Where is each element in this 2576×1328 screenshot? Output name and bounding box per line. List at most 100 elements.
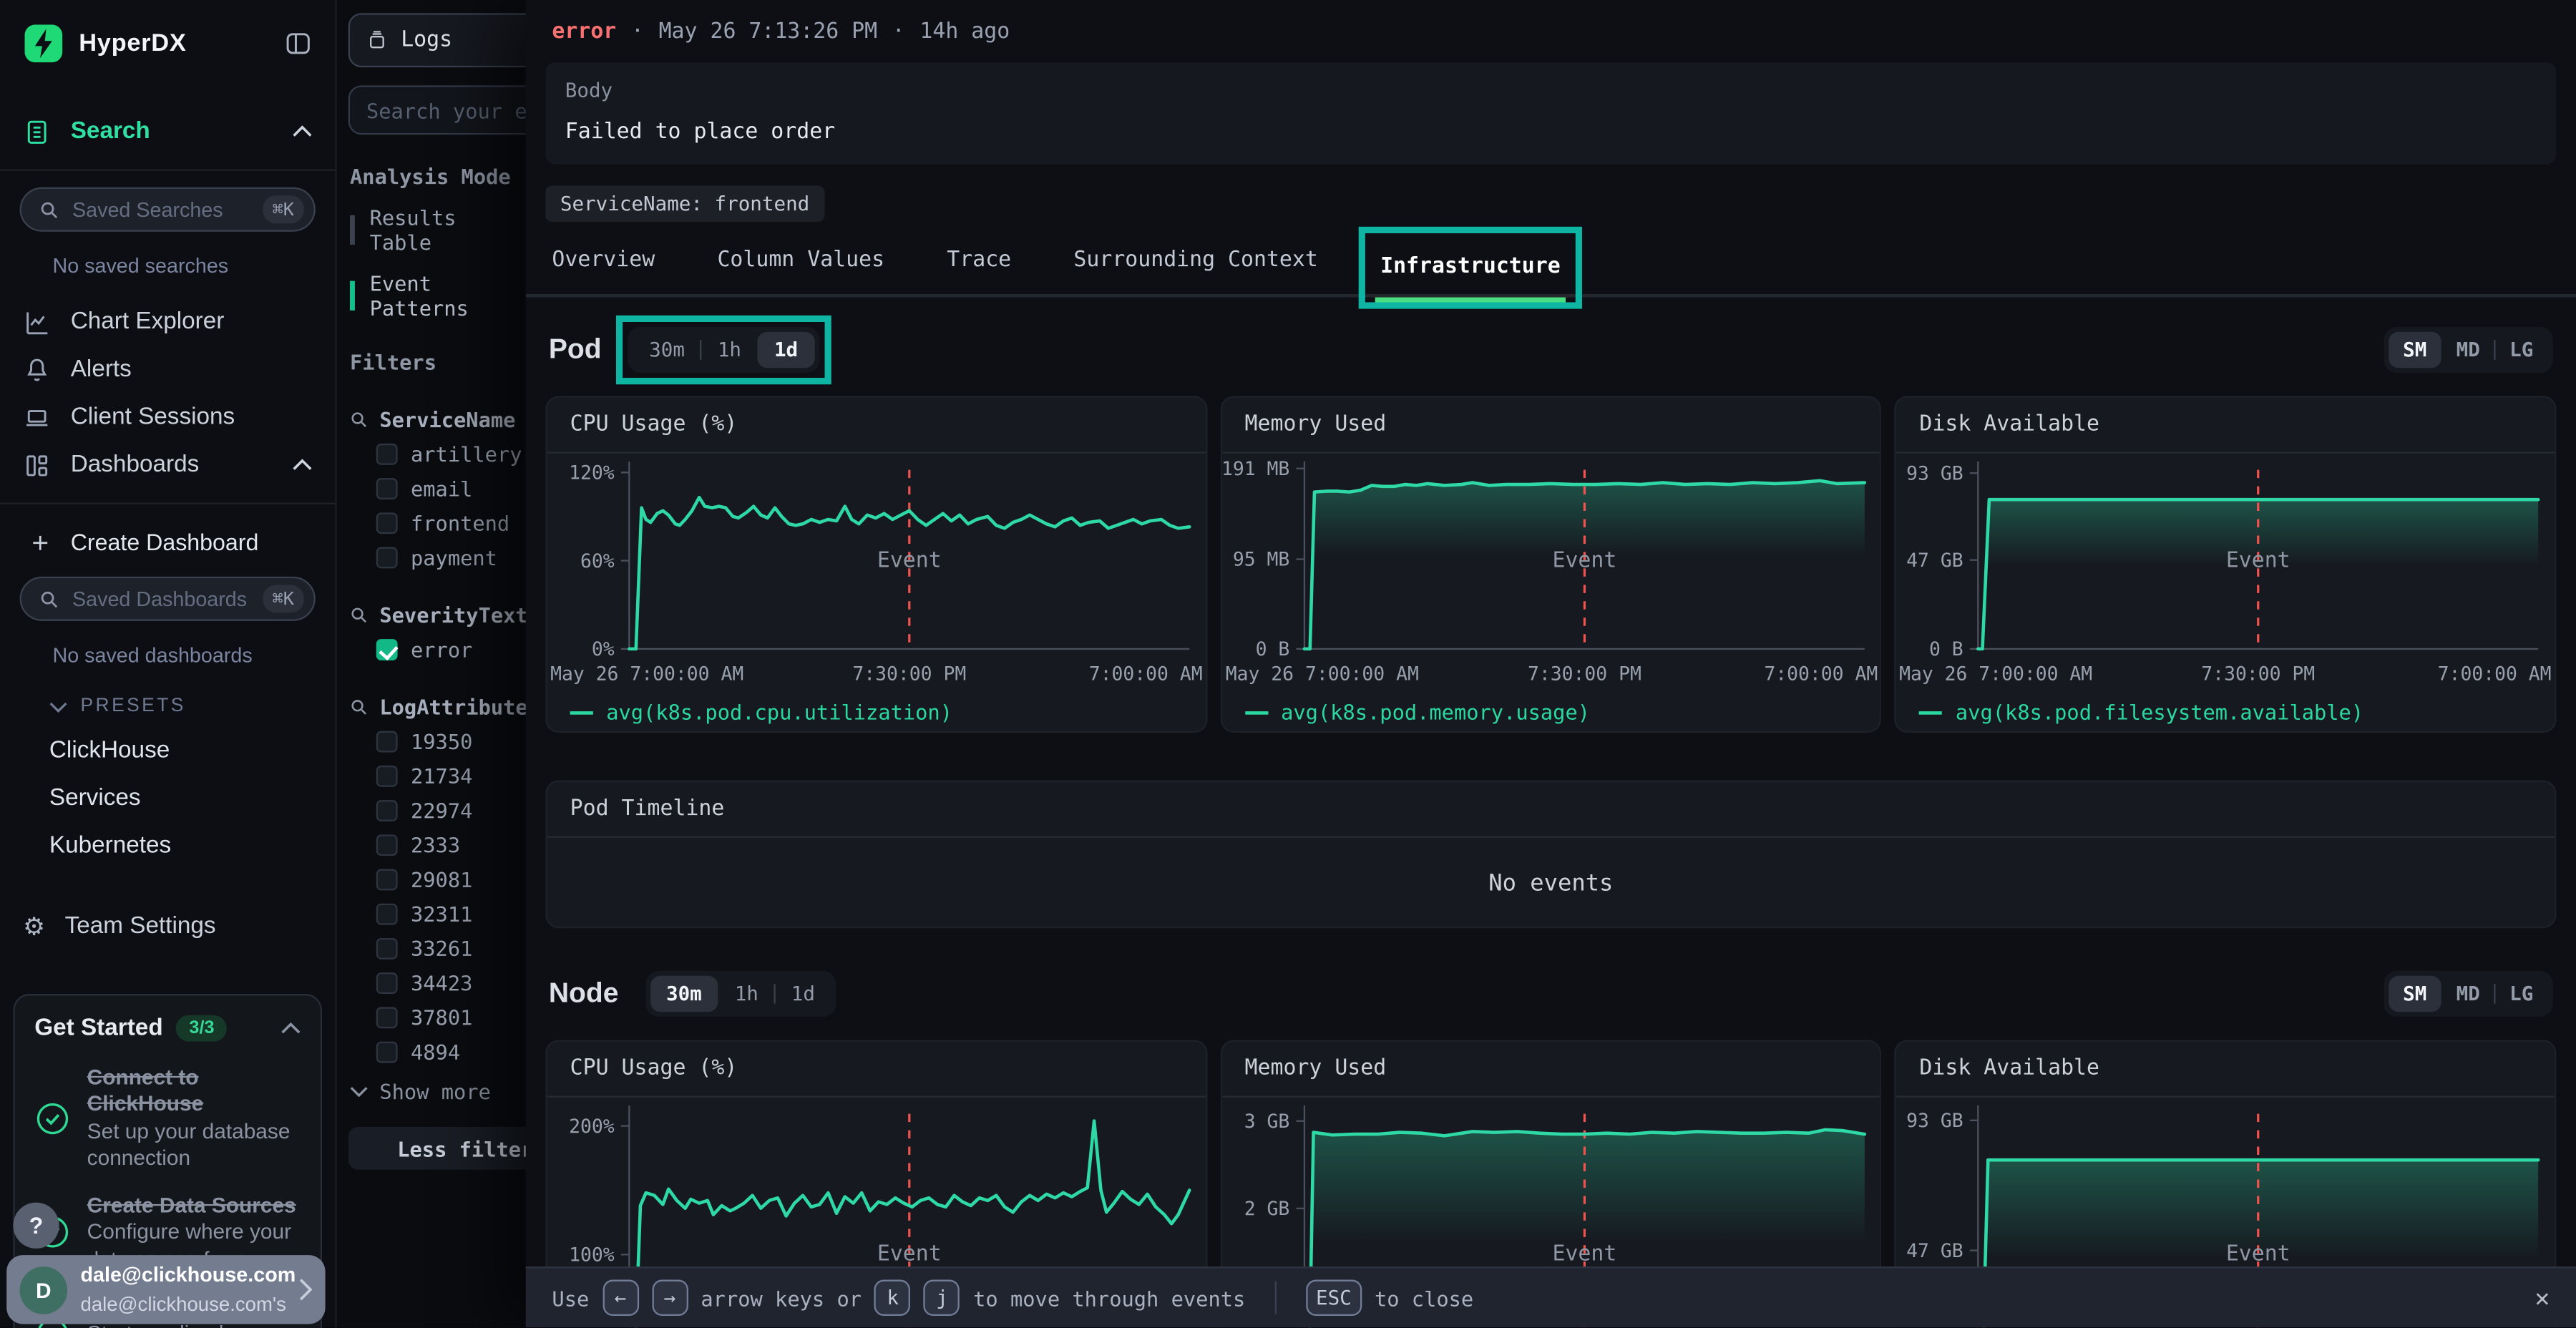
divider — [0, 503, 335, 504]
checkbox[interactable] — [376, 904, 398, 925]
analysis-mode-event-patterns[interactable]: Event Patterns — [350, 271, 526, 321]
source-select-button[interactable]: Logs — [348, 13, 554, 67]
checkbox-checked[interactable] — [376, 639, 398, 660]
tab-surrounding-context[interactable]: Surrounding Context — [1073, 248, 1317, 294]
size-sm[interactable]: SM — [2388, 976, 2441, 1012]
get-started-step[interactable]: Connect to ClickHouseSet up your databas… — [34, 1065, 301, 1171]
node-section-header: Node 30m 1h 1d SM MD LG — [526, 928, 2576, 1037]
sidebar-item-label: Client Sessions — [71, 404, 312, 431]
filter-option[interactable]: 21734 — [376, 764, 526, 788]
tab-infrastructure[interactable]: Infrastructure — [1380, 255, 1561, 301]
preset-services[interactable]: Services — [0, 785, 335, 811]
filter-group-name: ServiceName — [379, 407, 515, 431]
event-timestamp: May 26 7:13:26 PM — [659, 20, 878, 44]
range-1h[interactable]: 1h — [718, 976, 775, 1012]
svg-text:May 26 7:00:00 AM: May 26 7:00:00 AM — [550, 663, 743, 685]
service-name-chip[interactable]: ServiceName: frontend — [545, 185, 824, 222]
filter-option[interactable]: 2333 — [376, 833, 526, 857]
presets-toggle[interactable]: PRESETS — [0, 696, 335, 716]
checkbox[interactable] — [376, 1007, 398, 1028]
brand-title: HyperDX — [79, 29, 269, 57]
filter-option[interactable]: 29081 — [376, 867, 526, 892]
sidebar-item-alerts[interactable]: Alerts — [0, 351, 335, 388]
search-icon[interactable] — [350, 606, 368, 624]
search-icon[interactable] — [350, 698, 368, 716]
size-lg[interactable]: LG — [2494, 976, 2548, 1012]
saved-dashboards-field[interactable] — [72, 587, 249, 610]
checkbox[interactable] — [376, 1042, 398, 1063]
search-icon — [39, 589, 59, 609]
size-md[interactable]: MD — [2441, 976, 2495, 1012]
help-button[interactable]: ? — [13, 1203, 59, 1249]
show-more-toggle[interactable]: Show more — [350, 1079, 526, 1103]
checkbox[interactable] — [376, 938, 398, 960]
filter-option[interactable]: 19350 — [376, 729, 526, 753]
checkbox[interactable] — [376, 478, 398, 499]
tab-overview[interactable]: Overview — [552, 248, 655, 294]
filter-option[interactable]: artillery-loa — [376, 442, 526, 467]
analysis-mode-label: Analysis Mode — [350, 165, 526, 189]
checkbox[interactable] — [376, 444, 398, 465]
collapse-sidebar-icon[interactable] — [284, 29, 312, 57]
preset-clickhouse[interactable]: ClickHouse — [0, 738, 335, 764]
range-30m[interactable]: 30m — [633, 332, 701, 368]
create-dashboard-button[interactable]: Create Dashboard — [0, 524, 335, 560]
get-started-title: Get Started — [34, 1015, 162, 1042]
range-1d[interactable]: 1d — [758, 332, 814, 368]
user-account-button[interactable]: D dale@clickhouse.com dale@clickhouse.co… — [6, 1255, 325, 1324]
legend-line-swatch — [1919, 711, 1942, 714]
sidebar-item-chart-explorer[interactable]: Chart Explorer — [0, 304, 335, 341]
filter-option[interactable]: 37801 — [376, 1005, 526, 1030]
checkbox[interactable] — [376, 972, 398, 994]
step-title: Create Data Sources — [87, 1193, 296, 1217]
tab-trace[interactable]: Trace — [947, 248, 1011, 294]
pod-section-title: Pod — [549, 333, 602, 366]
analysis-mode-results-table[interactable]: Results Table — [350, 205, 526, 255]
svg-text:Event: Event — [1552, 1241, 1616, 1266]
range-1h[interactable]: 1h — [701, 332, 758, 368]
range-1d[interactable]: 1d — [775, 976, 831, 1012]
sidebar-item-team-settings[interactable]: ⚙ Team Settings — [0, 909, 335, 945]
svg-text:7:00:00 AM: 7:00:00 AM — [1764, 663, 1878, 685]
saved-searches-field[interactable] — [72, 198, 249, 221]
legend-label: avg(k8s.pod.cpu.utilization) — [606, 700, 952, 724]
chevron-up-icon[interactable] — [293, 459, 313, 472]
checkbox[interactable] — [376, 547, 398, 569]
svg-text:Event: Event — [2227, 1241, 2291, 1266]
filter-option[interactable]: 34423 — [376, 971, 526, 995]
checkbox[interactable] — [376, 869, 398, 891]
filter-option[interactable]: 22974 — [376, 799, 526, 823]
checkbox[interactable] — [376, 800, 398, 821]
chevron-up-icon[interactable] — [281, 1022, 301, 1035]
checkbox[interactable] — [376, 834, 398, 856]
size-lg[interactable]: LG — [2494, 332, 2548, 368]
search-page-icon — [23, 117, 51, 145]
filter-option[interactable]: frontend — [376, 511, 526, 535]
step-title: Connect to ClickHouse — [87, 1065, 204, 1116]
preset-kubernetes[interactable]: Kubernetes — [0, 833, 335, 859]
svg-text:100%: 100% — [569, 1244, 615, 1266]
range-30m[interactable]: 30m — [650, 976, 718, 1012]
filter-option[interactable]: payment — [376, 545, 526, 570]
search-icon[interactable] — [350, 411, 368, 429]
chevron-up-icon[interactable] — [293, 125, 313, 137]
saved-dashboards-input[interactable]: ⌘K — [20, 577, 316, 621]
checkbox[interactable] — [376, 512, 398, 534]
filter-option[interactable]: 33261 — [376, 937, 526, 961]
sidebar-item-client-sessions[interactable]: Client Sessions — [0, 399, 335, 436]
filter-value: email — [411, 477, 472, 501]
checkbox[interactable] — [376, 731, 398, 753]
tab-column-values[interactable]: Column Values — [717, 248, 884, 294]
checkbox[interactable] — [376, 766, 398, 787]
filter-option[interactable]: email — [376, 477, 526, 501]
sidebar-item-dashboards[interactable]: Dashboards — [0, 446, 335, 483]
close-icon[interactable]: ✕ — [2535, 1283, 2550, 1312]
sidebar-item-search[interactable]: Search — [0, 113, 335, 150]
filter-option[interactable]: 4894 — [376, 1040, 526, 1064]
size-md[interactable]: MD — [2441, 332, 2495, 368]
saved-searches-input[interactable]: ⌘K — [20, 187, 316, 232]
filter-option-error[interactable]: error — [376, 638, 526, 662]
svg-text:Event: Event — [877, 1241, 942, 1266]
size-sm[interactable]: SM — [2388, 332, 2441, 368]
filter-option[interactable]: 32311 — [376, 902, 526, 926]
